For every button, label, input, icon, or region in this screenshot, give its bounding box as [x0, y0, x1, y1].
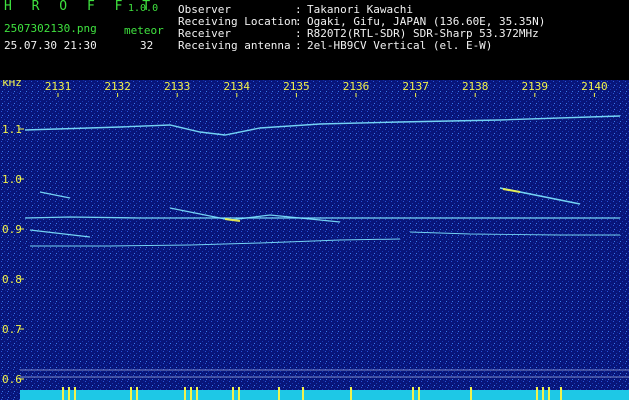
x-tick-label: 2138 — [462, 80, 489, 93]
info-sep-antenna: : — [295, 39, 302, 52]
bottom-spike — [232, 387, 234, 400]
bottom-spike — [418, 387, 420, 400]
x-tick-label: 2139 — [522, 80, 549, 93]
bottom-spike — [302, 387, 304, 400]
y-tick-label: 0.6 — [2, 373, 22, 386]
y-tick-label: 0.7 — [2, 323, 22, 336]
y-tick-label: 0.9 — [2, 223, 22, 236]
y-tick-label: 1.0 — [2, 173, 22, 186]
spectrogram: 2131 2132 2133 2134 2135 2136 2137 2138 2139 2140… — [0, 80, 629, 400]
bottom-spike — [542, 387, 544, 400]
bottom-spike — [190, 387, 192, 400]
info-key-antenna: Receiving antenna — [178, 39, 291, 52]
x-tick-label: 2135 — [283, 80, 310, 93]
bottom-spike — [238, 387, 240, 400]
y-axis-unit: kHz — [2, 80, 22, 89]
bottom-spike — [184, 387, 186, 400]
x-tick-label: 2131 — [45, 80, 72, 93]
bottom-spike — [350, 387, 352, 400]
bottom-spike — [196, 387, 198, 400]
y-tick-label: 1.1 — [2, 123, 22, 136]
meteor-count: 32 — [140, 39, 154, 52]
bottom-spike — [536, 387, 538, 400]
x-tick-label: 2140 — [581, 80, 608, 93]
y-tick-label: 0.8 — [2, 273, 22, 286]
filename: 2507302130.png — [4, 22, 97, 35]
bottom-spike — [62, 387, 64, 400]
bottom-spike — [470, 387, 472, 400]
bottom-spike — [560, 387, 562, 400]
x-tick-label: 2134 — [224, 80, 251, 93]
x-tick-label: 2137 — [402, 80, 429, 93]
x-tick-label: 2132 — [104, 80, 131, 93]
bottom-spike — [130, 387, 132, 400]
x-tick-label: 2133 — [164, 80, 191, 93]
bottom-spike — [68, 387, 70, 400]
meteor-label: meteor — [124, 24, 164, 37]
app-version: 1.0.0 — [128, 3, 159, 14]
x-tick-label: 2136 — [343, 80, 370, 93]
header-panel: H R O F F T 1.0.0 2507302130.png meteor … — [0, 0, 629, 80]
info-value-antenna: 2el-HB9CV Vertical (el. E-W) — [307, 39, 493, 52]
bottom-spike — [412, 387, 414, 400]
bottom-spike — [278, 387, 280, 400]
bottom-spike — [136, 387, 138, 400]
timestamp: 25.07.30 21:30 — [4, 39, 97, 52]
bottom-spike — [74, 387, 76, 400]
bottom-spike — [548, 387, 550, 400]
